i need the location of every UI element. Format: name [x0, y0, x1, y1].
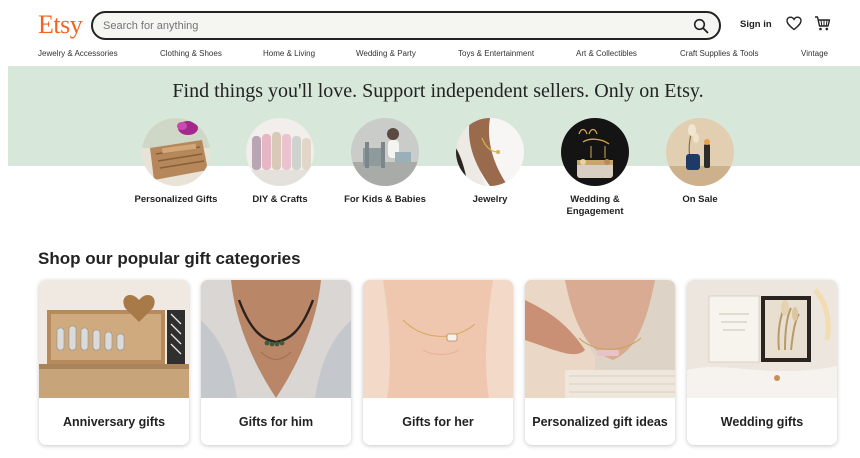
sign-in-link[interactable]: Sign in — [740, 19, 772, 30]
circle-label: Personalized Gifts — [134, 194, 218, 205]
search-input[interactable] — [103, 17, 663, 35]
kids-babies-image — [351, 118, 419, 186]
circle-label: Jewelry — [472, 194, 508, 205]
search-icon[interactable] — [693, 18, 709, 34]
nav-item-art-collectibles[interactable]: Art & Collectibles — [576, 49, 637, 58]
heart-icon[interactable] — [786, 16, 802, 31]
diy-crafts-image — [246, 118, 314, 186]
gifts-for-him-image — [201, 280, 351, 398]
nav-item-craft-supplies[interactable]: Craft Supplies & Tools — [680, 49, 759, 58]
wedding-gifts-image — [687, 280, 837, 398]
jewelry-image — [456, 118, 524, 186]
nav-item-clothing-shoes[interactable]: Clothing & Shoes — [160, 49, 222, 58]
category-nav: Jewelry & Accessories Clothing & Shoes H… — [38, 49, 830, 63]
circle-category-personalized-gifts[interactable]: Personalized Gifts — [131, 118, 221, 206]
etsy-logo[interactable]: Etsy — [38, 10, 83, 40]
gift-card-her[interactable]: Gifts for her — [363, 280, 513, 445]
gift-card-him[interactable]: Gifts for him — [201, 280, 351, 445]
circle-category-on-sale[interactable]: On Sale — [655, 118, 745, 206]
circle-category-diy-crafts[interactable]: DIY & Crafts — [235, 118, 325, 206]
gift-card-label: Wedding gifts — [720, 415, 804, 429]
gift-card-label: Anniversary gifts — [62, 415, 166, 429]
nav-item-wedding-party[interactable]: Wedding & Party — [356, 49, 416, 58]
circle-label: For Kids & Babies — [344, 194, 426, 205]
on-sale-image — [666, 118, 734, 186]
gift-card-wedding[interactable]: Wedding gifts — [687, 280, 837, 445]
anniversary-gifts-image — [39, 280, 189, 398]
gift-card-label: Personalized gift ideas — [532, 415, 668, 429]
hero-title: Find things you'll love. Support indepen… — [172, 80, 704, 102]
cart-icon[interactable] — [814, 15, 831, 32]
nav-item-jewelry-accessories[interactable]: Jewelry & Accessories — [38, 49, 118, 58]
nav-item-toys-entertainment[interactable]: Toys & Entertainment — [458, 49, 534, 58]
gift-card-label: Gifts for her — [402, 415, 474, 429]
personalized-gift-ideas-image — [525, 280, 675, 398]
gift-card-anniversary[interactable]: Anniversary gifts — [39, 280, 189, 445]
circle-category-jewelry[interactable]: Jewelry — [445, 118, 535, 206]
circle-category-kids-babies[interactable]: For Kids & Babies — [340, 118, 430, 206]
search-bar — [91, 11, 721, 40]
gifts-for-her-image — [363, 280, 513, 398]
gift-card-personalized[interactable]: Personalized gift ideas — [525, 280, 675, 445]
wedding-engagement-image — [561, 118, 629, 186]
circle-label: Wedding & Engagement — [566, 194, 624, 217]
circle-label: DIY & Crafts — [252, 194, 308, 205]
nav-item-vintage[interactable]: Vintage — [801, 49, 828, 58]
section-title: Shop our popular gift categories — [38, 249, 301, 268]
gift-card-label: Gifts for him — [238, 415, 314, 429]
circle-label: On Sale — [682, 194, 718, 205]
circle-category-wedding-engagement[interactable]: Wedding & Engagement — [550, 118, 640, 218]
personalized-gifts-image — [142, 118, 210, 186]
nav-item-home-living[interactable]: Home & Living — [263, 49, 315, 58]
